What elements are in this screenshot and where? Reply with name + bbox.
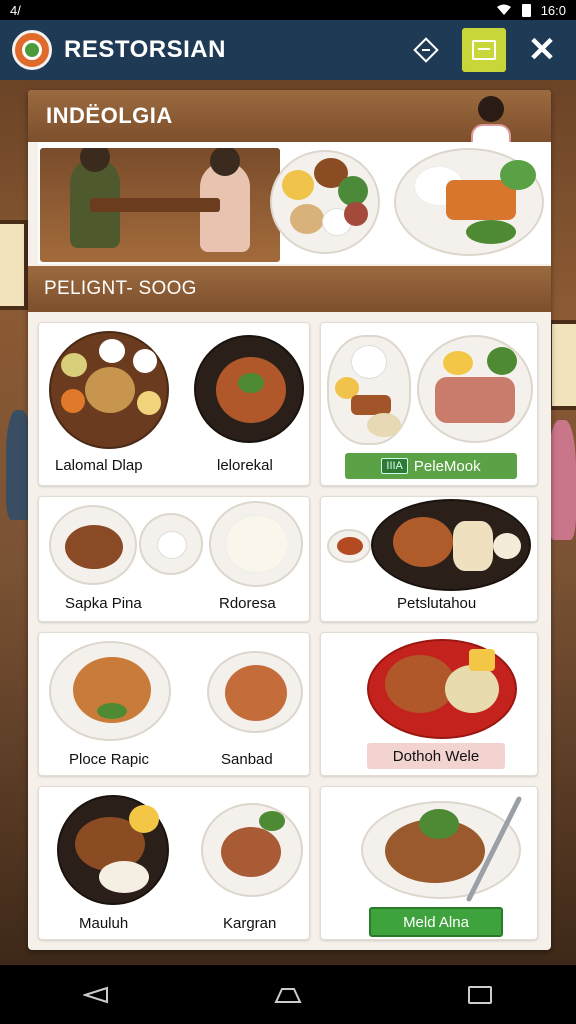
app-logo-icon[interactable] (12, 30, 52, 70)
dish-label: Mauluh (79, 915, 129, 932)
dish-label: Rdoresa (219, 595, 276, 612)
back-icon (83, 986, 108, 1003)
status-right: 16:0 (496, 3, 566, 18)
dish-card-petslutahou[interactable]: Petslutahou (320, 496, 538, 622)
filter-button[interactable] (404, 28, 448, 72)
dish-card-dothoh-wele[interactable]: Dothoh Wele (320, 632, 538, 776)
diners-photo (40, 148, 280, 262)
diamond-icon (413, 37, 439, 63)
nav-back-button[interactable] (66, 975, 126, 1015)
dish-card-pelemook[interactable]: IIIA PeleMook (320, 322, 538, 486)
dish-image (367, 639, 517, 739)
dish-image (139, 513, 203, 575)
status-left-indicator: 4/ (10, 2, 21, 18)
dish-label: Lalomal Dlap (55, 457, 143, 474)
system-nav-bar (0, 965, 576, 1024)
image-icon (472, 40, 496, 60)
dish-card-lalomal-dlap[interactable]: Lalomal Dlap lelorekal (38, 322, 310, 486)
dish-label: Sapka Pina (65, 595, 142, 612)
banner-image (38, 142, 551, 264)
section-header: PELIGNT- SOOG (28, 266, 551, 312)
nav-recents-button[interactable] (450, 975, 510, 1015)
dish-image (371, 499, 531, 591)
gallery-button[interactable] (462, 28, 506, 72)
dish-image (327, 529, 371, 563)
home-icon (274, 987, 302, 1003)
dish-image (49, 331, 169, 449)
dish-card-ploce-rapic[interactable]: Ploce Rapic Sanbad (38, 632, 310, 776)
banner-plate-1 (270, 150, 380, 254)
dish-badge: IIIA (381, 458, 408, 474)
app-bar: RESTORSIAN ✕ (0, 20, 576, 80)
wifi-icon (496, 4, 511, 15)
fork-icon (466, 796, 522, 902)
dish-card-mauluh[interactable]: Mauluh Kargran (38, 786, 310, 940)
banner-title: INDЁOLGIA (46, 103, 173, 128)
battery-icon (521, 3, 531, 17)
status-time: 16:0 (540, 2, 566, 18)
nav-home-button[interactable] (258, 975, 318, 1015)
dish-label: Kargran (223, 915, 277, 932)
dish-card-sapka-pina[interactable]: Sapka Pina Rdoresa (38, 496, 310, 622)
dish-label: PeleMook (413, 457, 481, 475)
banner-plate-2 (394, 148, 544, 256)
section-title: PELIGNT- SOOG (44, 278, 197, 299)
dish-image (327, 335, 411, 445)
dish-image (194, 335, 304, 443)
dish-card-meld-alna[interactable]: Meld Alna (320, 786, 538, 940)
chef-illustration (471, 96, 511, 148)
dish-label: Petslutahou (397, 595, 477, 612)
dish-tag-dothoh-wele[interactable]: Dothoh Wele (367, 743, 505, 769)
dish-label: Ploce Rapic (69, 751, 150, 768)
dish-label: Meld Alna (403, 913, 469, 931)
dish-label: Dothoh Wele (392, 747, 480, 765)
recents-icon (468, 985, 492, 1004)
dish-label: Sanbad (221, 751, 273, 768)
close-button[interactable]: ✕ (520, 28, 564, 72)
dish-image (57, 795, 169, 905)
dish-image (201, 803, 303, 897)
dish-image (207, 651, 303, 733)
dish-tag-meld-alna[interactable]: Meld Alna (369, 907, 503, 937)
menu-panel: INDЁOLGIA PELIGNT- SOOG Lalomal Dlap lel… (28, 90, 551, 950)
banner-header: INDЁOLGIA (28, 90, 551, 148)
status-bar: 4/ 16:0 (0, 0, 576, 20)
dish-label: lelorekal (217, 457, 273, 474)
dish-image (209, 501, 303, 587)
dish-tag-pelemook[interactable]: IIIA PeleMook (345, 453, 517, 479)
dish-image (417, 335, 533, 443)
dish-image (49, 641, 171, 741)
app-title: RESTORSIAN (64, 36, 226, 63)
dish-image (49, 505, 137, 585)
close-icon: ✕ (527, 31, 557, 69)
